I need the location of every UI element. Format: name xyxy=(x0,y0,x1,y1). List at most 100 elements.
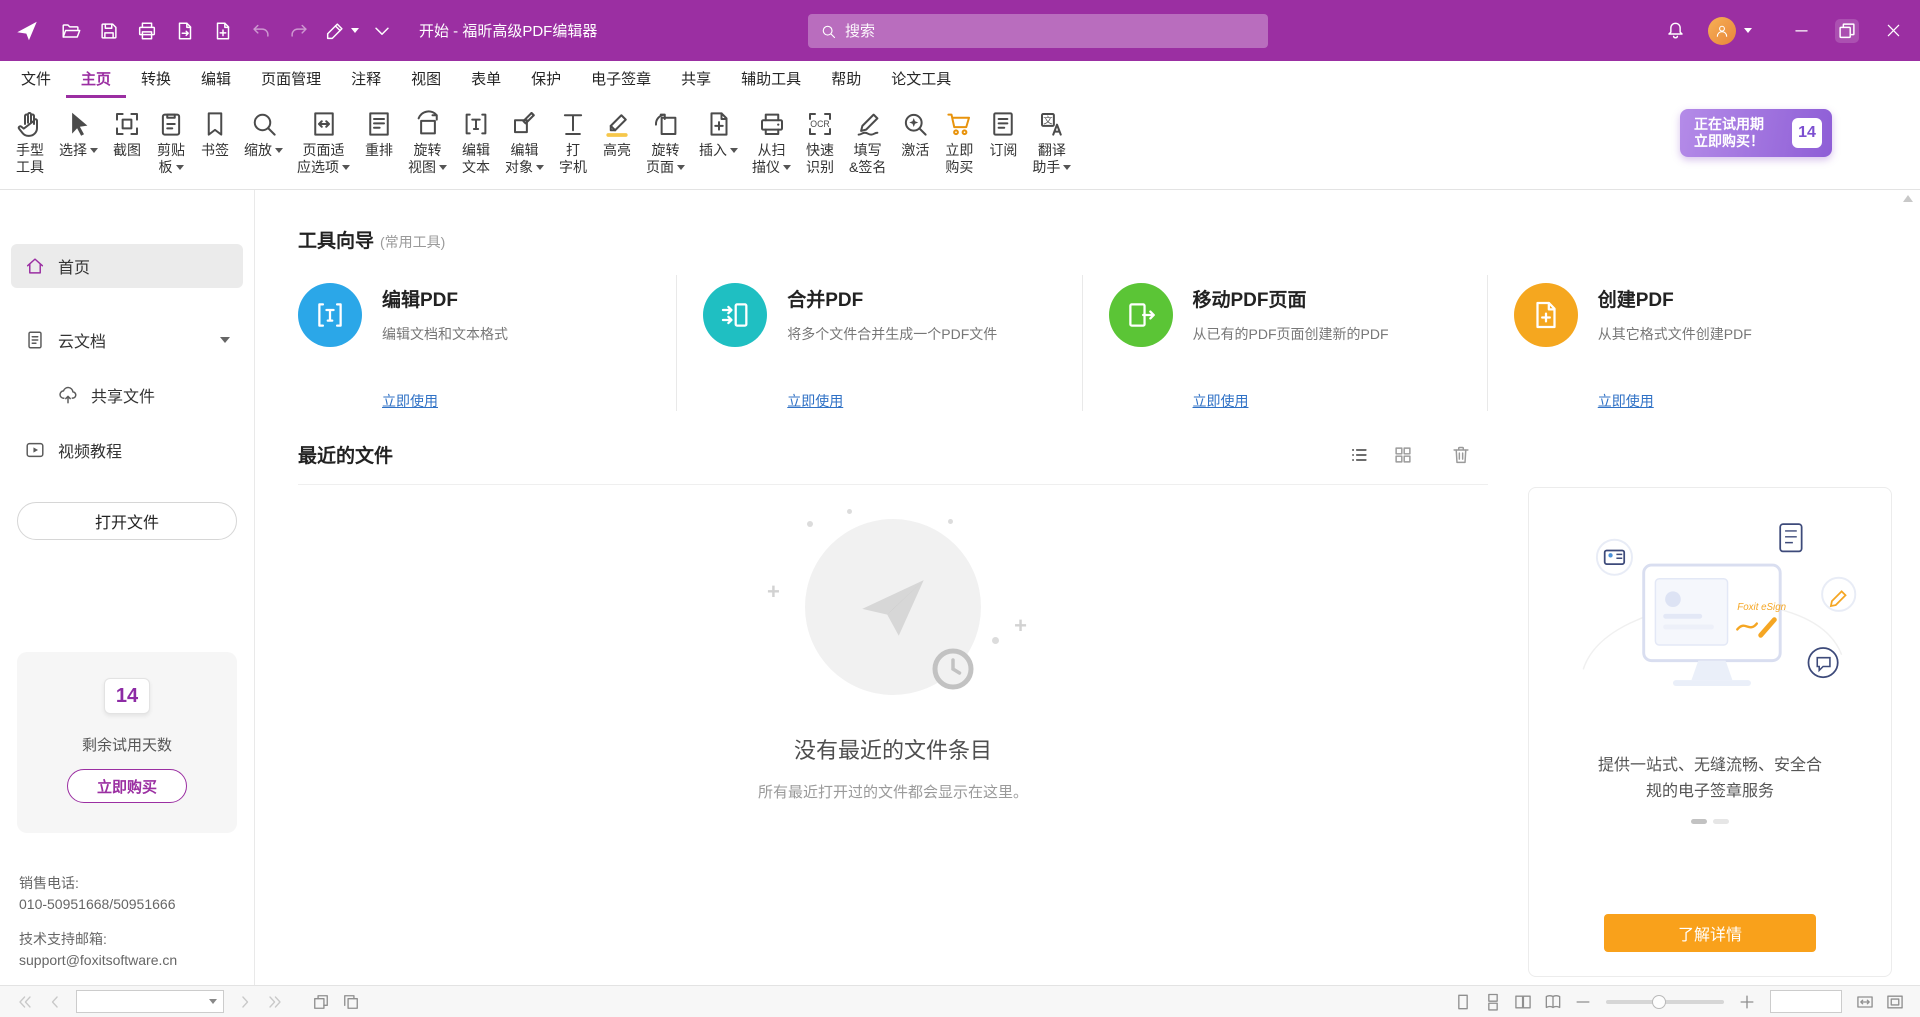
menu-protect[interactable]: 保护 xyxy=(516,61,576,98)
tool-label-line: 截图 xyxy=(113,142,141,159)
minimize-button[interactable] xyxy=(1778,0,1824,61)
menu-view[interactable]: 视图 xyxy=(396,61,456,98)
zoom-slider[interactable] xyxy=(1606,1000,1724,1004)
use-now-link[interactable]: 立即使用 xyxy=(382,391,438,411)
menu-convert[interactable]: 转换 xyxy=(126,61,186,98)
tool-snapshot[interactable]: 截图 xyxy=(105,107,149,161)
first-page-button[interactable] xyxy=(15,992,35,1012)
use-now-link[interactable]: 立即使用 xyxy=(1598,391,1654,411)
menu-edit[interactable]: 编辑 xyxy=(186,61,246,98)
tool-buy-now[interactable]: 立即购买 xyxy=(937,107,981,178)
tool-select[interactable]: 选择 xyxy=(52,107,105,161)
menu-accessibility[interactable]: 辅助工具 xyxy=(726,61,816,98)
tool-activate[interactable]: 激活 xyxy=(893,107,937,161)
tool-typewriter[interactable]: 打字机 xyxy=(551,107,595,178)
tool-hand-tool[interactable]: 手型工具 xyxy=(8,107,52,178)
zoom-level-box[interactable] xyxy=(1770,990,1842,1013)
use-now-link[interactable]: 立即使用 xyxy=(1193,391,1249,411)
zoom-level-input[interactable] xyxy=(1771,991,1841,1012)
collapse-ribbon-button[interactable] xyxy=(371,20,393,42)
zoom-in-button[interactable] xyxy=(1737,992,1757,1012)
open-file-button[interactable] xyxy=(60,20,82,42)
tool-edit-text[interactable]: 编辑文本 xyxy=(454,107,498,178)
notifications-bell-icon[interactable] xyxy=(1665,20,1686,41)
menu-share[interactable]: 共享 xyxy=(666,61,726,98)
tool-zoom[interactable]: 缩放 xyxy=(237,107,290,161)
next-page-button[interactable] xyxy=(235,992,255,1012)
fit-page-button[interactable] xyxy=(1885,992,1905,1012)
prev-page-button[interactable] xyxy=(45,992,65,1012)
tool-rotate-pages[interactable]: 旋转页面 xyxy=(639,107,692,178)
quick-tool-group[interactable] xyxy=(322,20,359,42)
page-dropdown-caret-icon[interactable] xyxy=(209,999,217,1004)
menu-form[interactable]: 表单 xyxy=(456,61,516,98)
tool-card-edit-pdf[interactable]: 编辑PDF编辑文档和文本格式立即使用 xyxy=(298,275,676,411)
page-number-box[interactable] xyxy=(76,990,224,1013)
tool-highlight[interactable]: 高亮 xyxy=(595,107,639,161)
book-view-button[interactable] xyxy=(1543,992,1563,1012)
tool-page-fit-options[interactable]: 页面适应选项 xyxy=(290,107,357,178)
cloud-docs-expand-caret-icon[interactable] xyxy=(220,337,230,343)
tool-reflow[interactable]: 重排 xyxy=(357,107,401,161)
open-file-button[interactable]: 打开文件 xyxy=(17,502,237,540)
carousel-dot-2[interactable] xyxy=(1713,819,1729,824)
restore-button[interactable] xyxy=(1824,0,1870,61)
page-number-input[interactable] xyxy=(83,994,209,1009)
menu-paper-tools[interactable]: 论文工具 xyxy=(876,61,966,98)
sidebar-item-video-tutorials[interactable]: 视频教程 xyxy=(11,428,243,472)
tool-insert[interactable]: 插入 xyxy=(692,107,745,161)
buy-now-button[interactable]: 立即购买 xyxy=(67,769,187,803)
tool-fill-sign[interactable]: 填写&签名 xyxy=(842,107,893,178)
trial-period-badge[interactable]: 正在试用期 立即购买！ 14 xyxy=(1680,109,1832,157)
menu-esign[interactable]: 电子签章 xyxy=(576,61,666,98)
menu-comment[interactable]: 注释 xyxy=(336,61,396,98)
account-menu-caret-icon[interactable] xyxy=(1744,28,1752,33)
next-view-button[interactable] xyxy=(341,992,361,1012)
close-button[interactable] xyxy=(1870,0,1916,61)
quick-tool-button[interactable] xyxy=(324,20,346,42)
last-page-button[interactable] xyxy=(265,992,285,1012)
menu-page-manage[interactable]: 页面管理 xyxy=(246,61,336,98)
learn-more-button[interactable]: 了解详情 xyxy=(1604,914,1816,952)
previous-view-button[interactable] xyxy=(311,992,331,1012)
search-box[interactable] xyxy=(808,14,1268,48)
tool-bookmark[interactable]: 书签 xyxy=(193,107,237,161)
scrollbar-up-arrow[interactable] xyxy=(1903,195,1913,202)
carousel-dot-1[interactable] xyxy=(1691,819,1707,824)
single-page-view-button[interactable] xyxy=(1453,992,1473,1012)
tool-translate-assistant[interactable]: 文翻译助手 xyxy=(1025,107,1078,178)
menu-help[interactable]: 帮助 xyxy=(816,61,876,98)
tool-card-move-pdf-pages[interactable]: 移动PDF页面从已有的PDF页面创建新的PDF立即使用 xyxy=(1082,275,1487,411)
support-email-address[interactable]: support@foxitsoftware.cn xyxy=(19,950,235,971)
tool-clipboard[interactable]: 剪贴板 xyxy=(149,107,193,178)
tool-card-create-pdf[interactable]: 创建PDF从其它格式文件创建PDF立即使用 xyxy=(1487,275,1892,411)
undo-button[interactable] xyxy=(250,20,272,42)
facing-view-button[interactable] xyxy=(1513,992,1533,1012)
use-now-link[interactable]: 立即使用 xyxy=(787,391,843,411)
create-pdf-button[interactable] xyxy=(212,20,234,42)
search-input[interactable] xyxy=(845,23,1256,40)
sidebar-item-cloud-docs[interactable]: 云文档 xyxy=(11,318,243,362)
zoom-slider-thumb[interactable] xyxy=(1652,995,1666,1009)
sidebar-item-home[interactable]: 首页 xyxy=(11,244,243,288)
tool-from-scanner[interactable]: 从扫描仪 xyxy=(745,107,798,178)
save-button[interactable] xyxy=(98,20,120,42)
fit-width-button[interactable] xyxy=(1855,992,1875,1012)
tool-card-merge-pdf[interactable]: 合并PDF将多个文件合并生成一个PDF文件立即使用 xyxy=(676,275,1081,411)
tool-rotate-view[interactable]: 旋转视图 xyxy=(401,107,454,178)
continuous-view-button[interactable] xyxy=(1483,992,1503,1012)
print-button[interactable] xyxy=(136,20,158,42)
menu-file[interactable]: 文件 xyxy=(6,61,66,98)
tool-subscribe[interactable]: 订阅 xyxy=(981,107,1025,161)
user-avatar[interactable] xyxy=(1708,17,1736,45)
list-view-button[interactable] xyxy=(1348,444,1370,466)
tool-edit-object[interactable]: 编辑对象 xyxy=(498,107,551,178)
zoom-out-button[interactable] xyxy=(1573,992,1593,1012)
tool-quick-ocr[interactable]: OCR快速识别 xyxy=(798,107,842,178)
grid-view-button[interactable] xyxy=(1392,444,1414,466)
redo-button[interactable] xyxy=(288,20,310,42)
sidebar-item-shared-files[interactable]: 共享文件 xyxy=(11,373,243,417)
export-pdf-button[interactable] xyxy=(174,20,196,42)
clear-recent-button[interactable] xyxy=(1450,444,1472,466)
menu-home[interactable]: 主页 xyxy=(66,61,126,98)
